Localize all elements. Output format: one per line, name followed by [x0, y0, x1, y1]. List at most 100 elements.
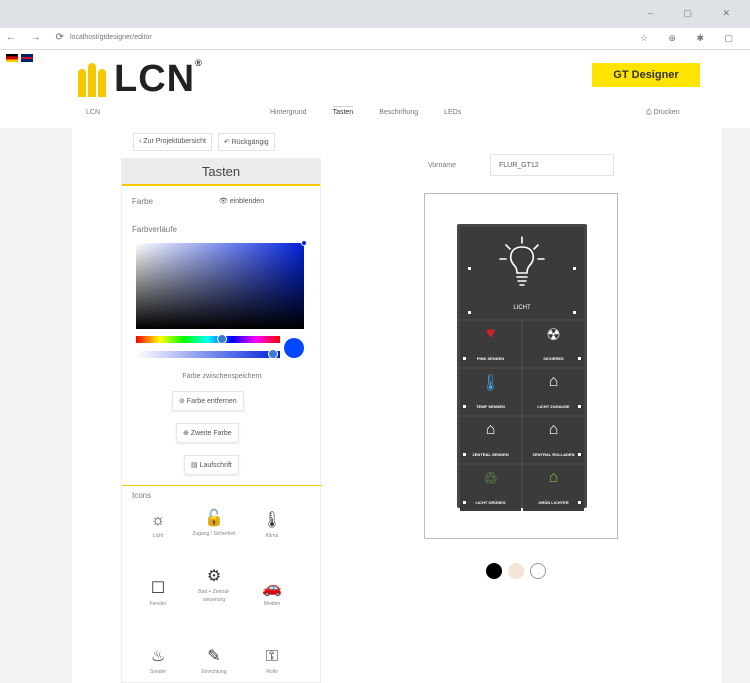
key-1-label: PINK SENDEN	[476, 356, 505, 361]
hue-slider-knob[interactable]	[217, 334, 228, 344]
hue-slider[interactable]	[136, 334, 280, 344]
big-key-marker-tr	[573, 267, 576, 270]
big-key-label: LICHT	[513, 305, 531, 311]
project-label: LCN	[86, 109, 101, 116]
plug-icon: ✎	[207, 648, 221, 665]
device-name-input[interactable]	[490, 154, 614, 176]
thermometer-icon: 🌡	[261, 512, 283, 529]
big-key-licht[interactable]: LICHT	[460, 227, 584, 319]
key-2[interactable]: ☢ SICHERES	[523, 321, 584, 367]
heart-icon: ♥	[485, 325, 496, 342]
big-key-marker-tl	[468, 267, 471, 270]
key-7[interactable]: ♲ LICHT GRÜNES	[460, 465, 521, 511]
icon-einrichtung[interactable]: ✎ Einrichtung	[188, 647, 240, 676]
key-4[interactable]: ⌂ LICHT ZUHAUSE	[523, 369, 584, 415]
left-gutter	[0, 128, 72, 683]
window-icon: ☐	[150, 580, 166, 597]
color-saturation-picker[interactable]	[136, 240, 307, 329]
boot-icon: ♨	[150, 648, 166, 665]
icon-klima[interactable]: 🌡 Klima	[246, 511, 298, 540]
tab-leds[interactable]: LEDs	[444, 109, 461, 116]
key-1[interactable]: ♥ PINK SENDEN	[460, 321, 521, 367]
icon-rollo[interactable]: ⚿ Rollo	[246, 647, 298, 676]
logo-text: LCN®	[114, 58, 203, 100]
browser-toolbar-icons[interactable]: ☆ ⊕ ✱ ▢	[640, 33, 742, 44]
show-color-toggle[interactable]: 👁 einblenden	[219, 197, 264, 205]
browser-nav-icons[interactable]: ← → ⟳	[6, 32, 70, 43]
save-color-link[interactable]: Farbe zwischenspeichern	[122, 373, 322, 380]
english-flag-icon[interactable]	[21, 54, 33, 62]
language-switcher	[6, 54, 33, 62]
big-key-marker-br	[573, 311, 576, 314]
gt12-device-preview: LICHT ♥ PINK SENDEN ☢ SICHERES 🌡 TEMP SE…	[457, 224, 587, 511]
key-5-label: ZENTRAL SENDEN	[472, 452, 509, 457]
panel-actions: ‹ Zur Projektübersicht ↶ Rückgängig	[133, 133, 275, 151]
lcn-logo: LCN®	[78, 58, 203, 101]
key-3[interactable]: 🌡 TEMP SENDEN	[460, 369, 521, 415]
background-color-selector	[486, 563, 546, 579]
light-bulb-icon	[499, 236, 545, 286]
house-gear-icon: ⚙	[206, 568, 222, 585]
icon-fenster[interactable]: ☐ Fenster	[132, 579, 184, 608]
thermometer-icon: 🌡	[480, 375, 501, 392]
undo-button[interactable]: ↶ Rückgängig	[217, 133, 275, 151]
radiation-icon: ☢	[546, 327, 561, 344]
right-gutter	[722, 128, 750, 683]
icon-zentral[interactable]: ⚙ Bad + Zentral-steuerung	[188, 567, 240, 604]
second-color-button[interactable]: ⊕ Zweite Farbe	[176, 423, 239, 443]
print-button[interactable]: ⎙ Drucken	[646, 109, 680, 117]
icon-sonder[interactable]: ♨ Sonder	[132, 647, 184, 676]
window-controls[interactable]: – ▢ ✕	[648, 8, 744, 19]
divider	[122, 485, 322, 486]
gt-designer-button[interactable]: GT Designer	[592, 63, 700, 87]
current-color-swatch	[284, 338, 304, 358]
key-icon: ⚿	[265, 648, 279, 665]
editor-menu: LCN Hintergrund Tasten Beschriftung LEDs…	[0, 102, 750, 124]
tab-hintergrund[interactable]: Hintergrund	[270, 109, 307, 116]
page: LCN® GT Designer LCN Hintergrund Tasten …	[0, 50, 750, 683]
panel-title: Tasten	[122, 159, 320, 186]
key-6[interactable]: ⌂ ZENTRAL ROLLADEN	[523, 417, 584, 463]
color-option-white[interactable]	[530, 563, 546, 579]
farbe-label: Farbe	[132, 197, 153, 206]
url-field[interactable]: localhost/gtdesigner/editor	[70, 34, 152, 41]
icon-zugang[interactable]: 🔓 Zugang / Sicherheit	[188, 509, 240, 538]
color-option-black[interactable]	[486, 563, 502, 579]
house-icon: ⌂	[548, 469, 559, 486]
opacity-slider[interactable]	[136, 349, 280, 359]
house-icon: ⌂	[485, 421, 496, 438]
icons-title: Icons	[132, 491, 152, 500]
key-8[interactable]: ⌂ GRÜN LICHTER	[523, 465, 584, 511]
opacity-slider-knob[interactable]	[267, 349, 278, 359]
unlock-icon: 🔓	[204, 510, 224, 527]
tab-beschriftung[interactable]: Beschriftung	[379, 109, 418, 116]
icon-licht[interactable]: ☼ Licht	[132, 511, 184, 540]
editor-tabs: Hintergrund Tasten Beschriftung LEDs	[270, 106, 461, 116]
tab-tasten[interactable]: Tasten	[332, 106, 354, 116]
color-option-beige[interactable]	[508, 563, 524, 579]
layers-button[interactable]: ▤ Laufschrift	[184, 455, 239, 475]
back-to-projects-button[interactable]: ‹ Zur Projektübersicht	[133, 133, 212, 151]
browser-tab-strip: – ▢ ✕	[0, 0, 750, 28]
key-2-label: SICHERES	[543, 356, 564, 361]
key-7-label: LICHT GRÜNES	[475, 500, 506, 505]
icon-medien[interactable]: 🚗 Medien	[246, 579, 298, 608]
german-flag-icon[interactable]	[6, 54, 18, 62]
name-label: Vorname	[428, 162, 457, 169]
key-4-label: LICHT ZUHAUSE	[537, 404, 570, 409]
house-icon: ⌂	[548, 421, 559, 438]
address-bar: ← → ⟳ localhost/gtdesigner/editor ☆ ⊕ ✱ …	[0, 28, 750, 50]
big-key-marker-bl	[468, 311, 471, 314]
logo-mark-icon	[78, 62, 108, 97]
gradient-label: Farbverläufe	[132, 225, 177, 234]
remove-color-button[interactable]: ⊘ Farbe entfernen	[172, 391, 244, 411]
key-3-label: TEMP SENDEN	[476, 404, 505, 409]
key-6-label: ZENTRAL ROLLADEN	[532, 452, 575, 457]
key-5[interactable]: ⌂ ZENTRAL SENDEN	[460, 417, 521, 463]
key-8-label: GRÜN LICHTER	[538, 500, 569, 505]
picker-handle[interactable]	[301, 240, 307, 246]
leaf-icon: ♲	[483, 471, 498, 488]
light-bulb-icon: ☼	[150, 512, 166, 529]
tasten-panel: Tasten Farbe 👁 einblenden Farbverläufe F…	[121, 158, 322, 683]
car-icon: 🚗	[262, 580, 282, 597]
